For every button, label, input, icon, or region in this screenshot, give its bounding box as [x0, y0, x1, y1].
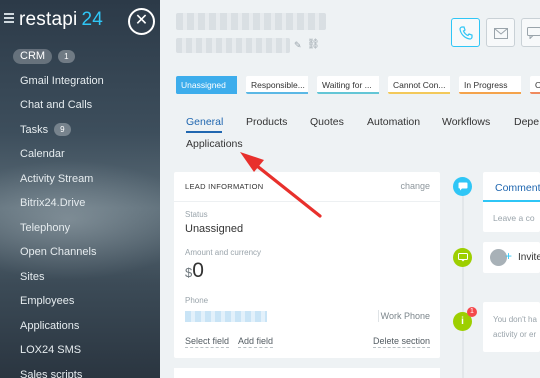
sidebar-item-label: Calendar — [20, 148, 65, 160]
sidebar-item-label: LOX24 SMS — [20, 344, 82, 356]
sidebar-item-label: Open Channels — [20, 246, 97, 258]
sidebar-item-chat[interactable]: Chat and Calls — [0, 93, 160, 118]
crm-count-badge: 1 — [58, 49, 75, 63]
left-sidebar: restapi 24 ✕ CRM 1 Gmail Integration Chat … — [0, 0, 160, 378]
brand-version: 24 — [81, 9, 103, 30]
sidebar-item-gmail[interactable]: Gmail Integration — [0, 69, 160, 94]
sidebar-item-open-channels[interactable]: Open Channels — [0, 240, 160, 265]
red-arrow-annotation — [240, 152, 322, 218]
sidebar-item-applications[interactable]: Applications — [0, 314, 160, 339]
sidebar-item-employees[interactable]: Employees — [0, 289, 160, 314]
sidebar-item-label: Gmail Integration — [20, 74, 104, 87]
sidebar-item-telephony[interactable]: Telephony — [0, 216, 160, 241]
sidebar-item-sites[interactable]: Sites — [0, 265, 160, 290]
sidebar-item-drive[interactable]: Bitrix24.Drive — [0, 191, 160, 216]
sidebar-item-lox24-sms[interactable]: LOX24 SMS — [0, 338, 160, 363]
sidebar-item-label: Tasks — [20, 123, 49, 136]
sidebar-item-label: Chat and Calls — [20, 99, 93, 111]
sidebar-item-crm[interactable]: CRM 1 — [0, 44, 160, 69]
main-content: ✎ ⛓ Unassigned Responsible... Waiting fo… — [160, 0, 540, 378]
sidebar-nav: CRM 1 Gmail Integration Chat and Calls Ta… — [0, 44, 160, 378]
brand-logo[interactable]: restapi 24 — [19, 9, 103, 31]
brand-name: restapi — [19, 9, 78, 30]
sidebar-item-label: Employees — [20, 295, 75, 307]
sidebar-item-label: Applications — [20, 319, 80, 332]
sidebar-item-label: Sales scripts — [20, 368, 83, 378]
sidebar-item-tasks[interactable]: Tasks 9 — [0, 118, 160, 143]
sidebar-item-label: Telephony — [20, 221, 71, 234]
sidebar-item-label: Activity Stream — [20, 172, 94, 185]
close-icon[interactable]: ✕ — [128, 8, 155, 35]
crm-label: CRM — [13, 49, 53, 64]
sidebar-item-label: Bitrix24.Drive — [20, 197, 86, 209]
sidebar-item-label: Sites — [20, 270, 45, 283]
sidebar-item-calendar[interactable]: Calendar — [0, 142, 160, 167]
tasks-count-badge: 9 — [54, 123, 71, 137]
logo-row: restapi 24 ✕ — [4, 8, 156, 35]
sidebar-item-activity-stream[interactable]: Activity Stream — [0, 167, 160, 192]
menu-icon[interactable] — [4, 13, 14, 23]
sidebar-item-sales-scripts[interactable]: Sales scripts — [0, 363, 160, 378]
